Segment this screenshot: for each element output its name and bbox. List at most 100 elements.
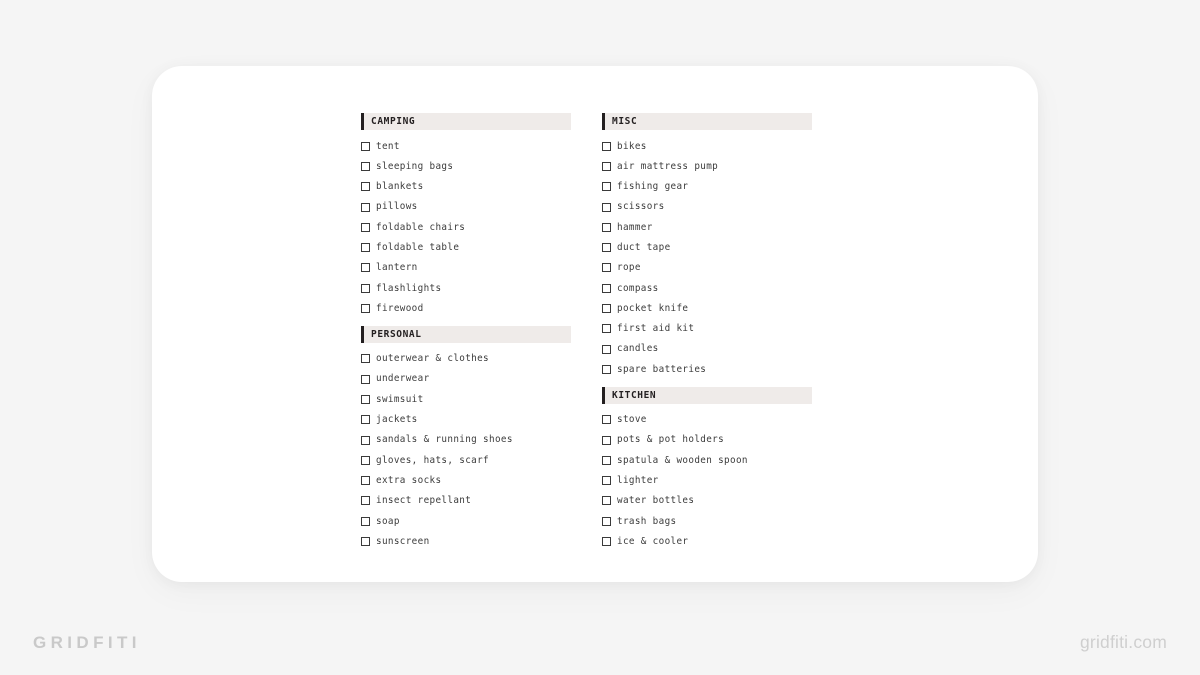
checkbox-icon[interactable] bbox=[361, 161, 370, 171]
checkbox-icon[interactable] bbox=[602, 476, 611, 486]
check-row[interactable]: tent bbox=[361, 136, 571, 156]
check-row[interactable]: scissors bbox=[602, 197, 812, 217]
check-item-label: tent bbox=[376, 140, 400, 152]
check-row[interactable]: extra socks bbox=[361, 470, 571, 490]
checkbox-icon[interactable] bbox=[602, 496, 611, 506]
check-item-label: trash bags bbox=[617, 515, 677, 527]
check-row[interactable]: lantern bbox=[361, 258, 571, 278]
checkbox-icon[interactable] bbox=[602, 536, 611, 546]
check-item-label: swimsuit bbox=[376, 393, 424, 405]
checkbox-icon[interactable] bbox=[602, 161, 611, 171]
checkbox-icon[interactable] bbox=[361, 516, 370, 526]
check-row[interactable]: swimsuit bbox=[361, 389, 571, 409]
check-row[interactable]: air mattress pump bbox=[602, 156, 812, 176]
checklist-columns: CAMPING tent sleeping bags blankets pillows f… bbox=[361, 113, 1021, 552]
check-item-label: sandals & running shoes bbox=[376, 434, 513, 446]
checkbox-icon[interactable] bbox=[602, 415, 611, 425]
check-row[interactable]: trash bags bbox=[602, 511, 812, 531]
checkbox-icon[interactable] bbox=[361, 243, 370, 253]
check-item-label: pocket knife bbox=[617, 302, 689, 314]
check-row[interactable]: hammer bbox=[602, 217, 812, 237]
checkbox-icon[interactable] bbox=[602, 364, 611, 374]
checkbox-icon[interactable] bbox=[361, 435, 370, 445]
section-accent-bar-icon bbox=[361, 325, 364, 343]
checkbox-icon[interactable] bbox=[602, 324, 611, 334]
check-row[interactable]: sleeping bags bbox=[361, 156, 571, 176]
checkbox-icon[interactable] bbox=[361, 141, 370, 151]
check-row[interactable]: soap bbox=[361, 511, 571, 531]
check-row[interactable]: ice & cooler bbox=[602, 531, 812, 551]
checkbox-icon[interactable] bbox=[602, 344, 611, 354]
check-row[interactable]: firewood bbox=[361, 298, 571, 318]
check-item-label: gloves, hats, scarf bbox=[376, 454, 489, 466]
check-row[interactable]: water bottles bbox=[602, 491, 812, 511]
check-item-label: ice & cooler bbox=[617, 535, 689, 547]
check-row[interactable]: rope bbox=[602, 258, 812, 278]
check-row[interactable]: pocket knife bbox=[602, 298, 812, 318]
check-row[interactable]: pillows bbox=[361, 197, 571, 217]
checkbox-icon[interactable] bbox=[602, 435, 611, 445]
checkbox-icon[interactable] bbox=[602, 304, 611, 314]
checkbox-icon[interactable] bbox=[602, 202, 611, 212]
check-item-label: spare batteries bbox=[617, 363, 707, 375]
checkbox-icon[interactable] bbox=[361, 374, 370, 384]
checkbox-icon[interactable] bbox=[361, 536, 370, 546]
checkbox-icon[interactable] bbox=[602, 263, 611, 273]
checkbox-icon[interactable] bbox=[602, 516, 611, 526]
checkbox-icon[interactable] bbox=[602, 283, 611, 293]
section-header: CAMPING bbox=[361, 113, 571, 130]
check-row[interactable]: sandals & running shoes bbox=[361, 430, 571, 450]
check-row[interactable]: compass bbox=[602, 278, 812, 298]
checkbox-icon[interactable] bbox=[361, 496, 370, 506]
check-row[interactable]: foldable table bbox=[361, 237, 571, 257]
check-row[interactable]: first aid kit bbox=[602, 319, 812, 339]
gridfiti-logo: GRIDFITI bbox=[33, 633, 141, 652]
check-item-label: insect repellant bbox=[376, 495, 472, 507]
check-row[interactable]: flashlights bbox=[361, 278, 571, 298]
check-row[interactable]: duct tape bbox=[602, 237, 812, 257]
checkbox-icon[interactable] bbox=[602, 182, 611, 192]
check-row[interactable]: pots & pot holders bbox=[602, 430, 812, 450]
checkbox-icon[interactable] bbox=[361, 263, 370, 273]
section-accent-bar-icon bbox=[602, 386, 605, 404]
check-item-label: spatula & wooden spoon bbox=[617, 454, 748, 466]
checkbox-icon[interactable] bbox=[602, 222, 611, 232]
check-row[interactable]: sunscreen bbox=[361, 531, 571, 551]
section-title: PERSONAL bbox=[371, 328, 422, 340]
check-item-label: outerwear & clothes bbox=[376, 353, 489, 365]
check-row[interactable]: bikes bbox=[602, 136, 812, 156]
checkbox-icon[interactable] bbox=[602, 455, 611, 465]
checkbox-icon[interactable] bbox=[602, 243, 611, 253]
check-row[interactable]: lighter bbox=[602, 470, 812, 490]
checkbox-icon[interactable] bbox=[361, 222, 370, 232]
checkbox-icon[interactable] bbox=[361, 455, 370, 465]
check-item-label: first aid kit bbox=[617, 323, 695, 335]
checklist-card: CAMPING tent sleeping bags blankets pillows f… bbox=[152, 66, 1038, 582]
section-title: CAMPING bbox=[371, 116, 416, 127]
checkbox-icon[interactable] bbox=[361, 394, 370, 404]
check-row[interactable]: spatula & wooden spoon bbox=[602, 450, 812, 470]
checkbox-icon[interactable] bbox=[361, 283, 370, 293]
check-list: bikes air mattress pump fishing gear scisso… bbox=[602, 136, 812, 380]
checkbox-icon[interactable] bbox=[361, 182, 370, 192]
check-row[interactable]: gloves, hats, scarf bbox=[361, 450, 571, 470]
section-title: MISC bbox=[612, 116, 638, 127]
checkbox-icon[interactable] bbox=[361, 476, 370, 486]
checkbox-icon[interactable] bbox=[361, 415, 370, 425]
check-row[interactable]: underwear bbox=[361, 369, 571, 389]
checkbox-icon[interactable] bbox=[361, 304, 370, 314]
check-row[interactable]: blankets bbox=[361, 177, 571, 197]
check-row[interactable]: spare batteries bbox=[602, 359, 812, 379]
check-row[interactable]: stove bbox=[602, 410, 812, 430]
check-item-label: soap bbox=[376, 515, 400, 527]
check-row[interactable]: jackets bbox=[361, 410, 571, 430]
checkbox-icon[interactable] bbox=[602, 141, 611, 151]
check-row[interactable]: candles bbox=[602, 339, 812, 359]
checkbox-icon[interactable] bbox=[361, 354, 370, 364]
check-row[interactable]: outerwear & clothes bbox=[361, 349, 571, 369]
check-row[interactable]: foldable chairs bbox=[361, 217, 571, 237]
section-header: KITCHEN bbox=[602, 386, 812, 404]
check-row[interactable]: insect repellant bbox=[361, 491, 571, 511]
checkbox-icon[interactable] bbox=[361, 202, 370, 212]
check-row[interactable]: fishing gear bbox=[602, 177, 812, 197]
